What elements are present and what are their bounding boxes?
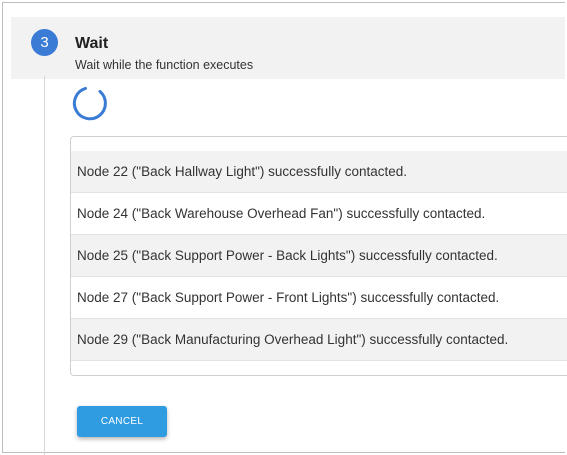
step-connector-line bbox=[44, 76, 45, 455]
log-row: Node 24 ("Back Warehouse Overhead Fan") … bbox=[71, 193, 567, 235]
step-header: 3 Wait Wait while the function executes bbox=[11, 17, 565, 79]
cancel-button[interactable]: CANCEL bbox=[77, 406, 167, 437]
log-row: Node 29 ("Back Manufacturing Overhead Li… bbox=[71, 319, 567, 361]
log-panel[interactable]: Node 22 ("Back Hallway Light") successfu… bbox=[70, 136, 567, 376]
log-row: Node 22 ("Back Hallway Light") successfu… bbox=[71, 151, 567, 193]
step-title: Wait bbox=[75, 35, 109, 52]
loading-spinner-icon bbox=[72, 86, 107, 121]
step-number-badge: 3 bbox=[31, 29, 58, 56]
step-subtitle: Wait while the function executes bbox=[75, 58, 254, 72]
log-row: Node 25 ("Back Support Power - Back Ligh… bbox=[71, 235, 567, 277]
log-row: Node 27 ("Back Support Power - Front Lig… bbox=[71, 277, 567, 319]
